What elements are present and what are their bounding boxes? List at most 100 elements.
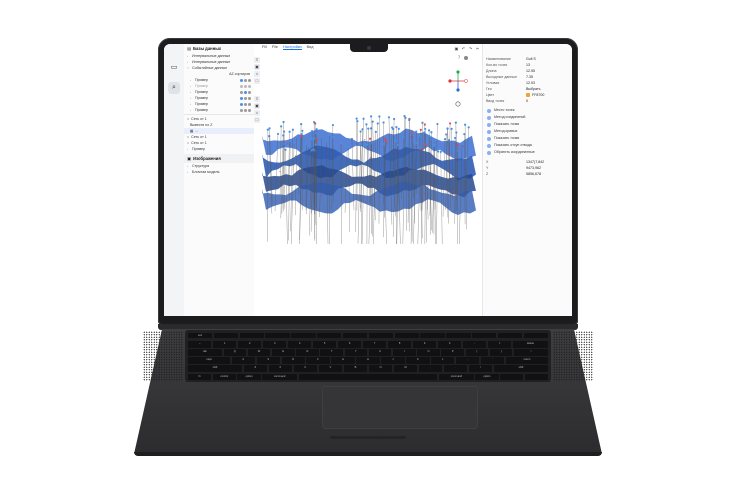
cut-icon[interactable]: ✂ <box>475 46 480 51</box>
well-head-marker[interactable] <box>291 128 294 131</box>
keyboard-key[interactable]: H <box>356 357 380 364</box>
keyboard-key[interactable] <box>265 333 290 338</box>
keyboard-key[interactable]: control <box>212 373 236 380</box>
redo-icon[interactable]: ↷ <box>468 46 473 51</box>
keyboard-key[interactable]: 1 <box>212 341 237 348</box>
well-item[interactable]: › Пример <box>184 107 254 113</box>
well-head-marker[interactable] <box>395 126 398 129</box>
images-section-header[interactable]: ▣ Изображения <box>184 154 254 163</box>
well-head-marker[interactable] <box>310 137 313 141</box>
well-head-marker[interactable] <box>331 123 335 127</box>
keyboard-key[interactable]: esc <box>188 333 213 338</box>
keyboard-key[interactable]: tab <box>188 349 222 356</box>
well-head-marker[interactable] <box>293 141 296 144</box>
keyboard-key[interactable]: Q <box>223 349 247 356</box>
keyboard-key[interactable]: 3 <box>262 341 287 348</box>
well-head-marker[interactable] <box>305 142 308 145</box>
well-head-marker[interactable] <box>430 131 433 134</box>
well-head-marker[interactable] <box>454 121 457 124</box>
well-head-marker[interactable] <box>295 135 298 138</box>
well-head-marker[interactable] <box>439 150 442 153</box>
well-head-marker[interactable] <box>455 131 458 134</box>
well-head-marker[interactable] <box>445 133 448 136</box>
well-head-marker[interactable] <box>366 143 369 146</box>
keyboard-key[interactable]: Z <box>243 365 267 372</box>
well-head-marker[interactable] <box>284 148 287 151</box>
keyboard-key[interactable]: ' <box>481 357 505 364</box>
keyboard-key[interactable]: \ <box>514 349 548 356</box>
trackpad[interactable] <box>322 386 478 429</box>
keyboard-key[interactable]: W <box>247 349 271 356</box>
well-head-marker[interactable] <box>300 132 303 136</box>
well-head-marker[interactable] <box>289 140 292 143</box>
well-head-marker[interactable] <box>464 123 467 126</box>
well-head-marker[interactable] <box>312 148 315 151</box>
keyboard-key[interactable] <box>342 333 368 338</box>
keyboard-key[interactable]: , <box>418 365 443 372</box>
well-head-marker[interactable] <box>282 142 286 146</box>
well-head-marker[interactable] <box>320 135 323 138</box>
keyboard-key[interactable]: P <box>441 349 465 356</box>
well-head-marker[interactable] <box>387 116 391 119</box>
well-head-marker[interactable] <box>361 128 364 131</box>
undo-icon[interactable]: ↶ <box>461 46 466 51</box>
prop-value[interactable]: 0 <box>526 98 528 104</box>
well-head-marker[interactable] <box>449 122 452 125</box>
well-head-marker[interactable] <box>408 118 411 122</box>
save-icon[interactable]: ▣ <box>454 46 459 51</box>
well-head-marker[interactable] <box>415 142 418 145</box>
option-toggle[interactable]: Место точек <box>483 107 572 114</box>
well-head-marker[interactable] <box>443 137 447 141</box>
keyboard-key[interactable]: shift <box>188 365 242 372</box>
well-head-marker[interactable] <box>288 130 291 133</box>
keyboard-key[interactable]: 5 <box>312 341 337 348</box>
well-head-marker[interactable] <box>356 120 359 123</box>
keyboard-key[interactable]: C <box>293 365 318 372</box>
keyboard-key[interactable]: 7 <box>362 341 387 348</box>
well-head-marker[interactable] <box>370 142 373 145</box>
well-head-marker[interactable] <box>393 117 396 121</box>
well-head-marker[interactable] <box>325 140 328 143</box>
well-head-marker[interactable] <box>394 139 398 143</box>
option-toggle[interactable]: Показать точки <box>483 121 572 128</box>
well-head-marker[interactable] <box>424 127 427 131</box>
well-head-marker[interactable] <box>423 123 426 126</box>
well-head-marker[interactable] <box>300 135 303 138</box>
well-head-marker[interactable] <box>396 143 399 147</box>
well-head-marker[interactable] <box>371 120 374 123</box>
well-head-marker[interactable] <box>433 139 437 142</box>
axis-gizmo[interactable]: ? <box>448 55 468 107</box>
geological-3d-scene[interactable]: ? <box>254 44 482 316</box>
well-head-marker[interactable] <box>404 116 407 119</box>
keyboard-key[interactable]: I <box>393 349 416 356</box>
well-head-marker[interactable] <box>421 121 424 124</box>
well-head-marker[interactable] <box>410 130 414 134</box>
coord-value[interactable]: 5856,678 <box>526 171 541 177</box>
keyboard-key[interactable]: J <box>381 357 405 364</box>
well-head-marker[interactable] <box>365 123 368 126</box>
keyboard-key[interactable]: delete <box>512 341 548 348</box>
well-head-marker[interactable] <box>419 128 422 131</box>
well-head-marker[interactable] <box>314 143 317 146</box>
keyboard-key[interactable] <box>291 333 316 338</box>
well-head-marker[interactable] <box>282 134 285 137</box>
well-head-marker[interactable] <box>307 144 310 148</box>
well-head-marker[interactable] <box>282 120 285 124</box>
well-head-marker[interactable] <box>384 138 387 141</box>
keyboard-key[interactable]: ~ <box>188 341 212 348</box>
well-head-marker[interactable] <box>382 121 385 124</box>
well-head-marker[interactable] <box>436 122 439 126</box>
keyboard-key[interactable]: K <box>406 357 430 364</box>
keyboard-key[interactable] <box>446 333 471 338</box>
well-head-marker[interactable] <box>427 129 431 132</box>
well-head-marker[interactable] <box>359 142 362 145</box>
search-icon[interactable]: ⌕ <box>168 82 180 94</box>
well-head-marker[interactable] <box>415 130 418 133</box>
keyboard-key[interactable]: = <box>487 341 512 348</box>
well-head-marker[interactable] <box>369 115 373 118</box>
keyboard-key[interactable]: R <box>296 349 319 356</box>
well-head-marker[interactable] <box>359 130 362 133</box>
keyboard-key[interactable]: option <box>237 373 261 380</box>
monitor-icon[interactable]: ▭ <box>168 62 180 74</box>
option-toggle[interactable]: Метод кривых <box>483 128 572 135</box>
